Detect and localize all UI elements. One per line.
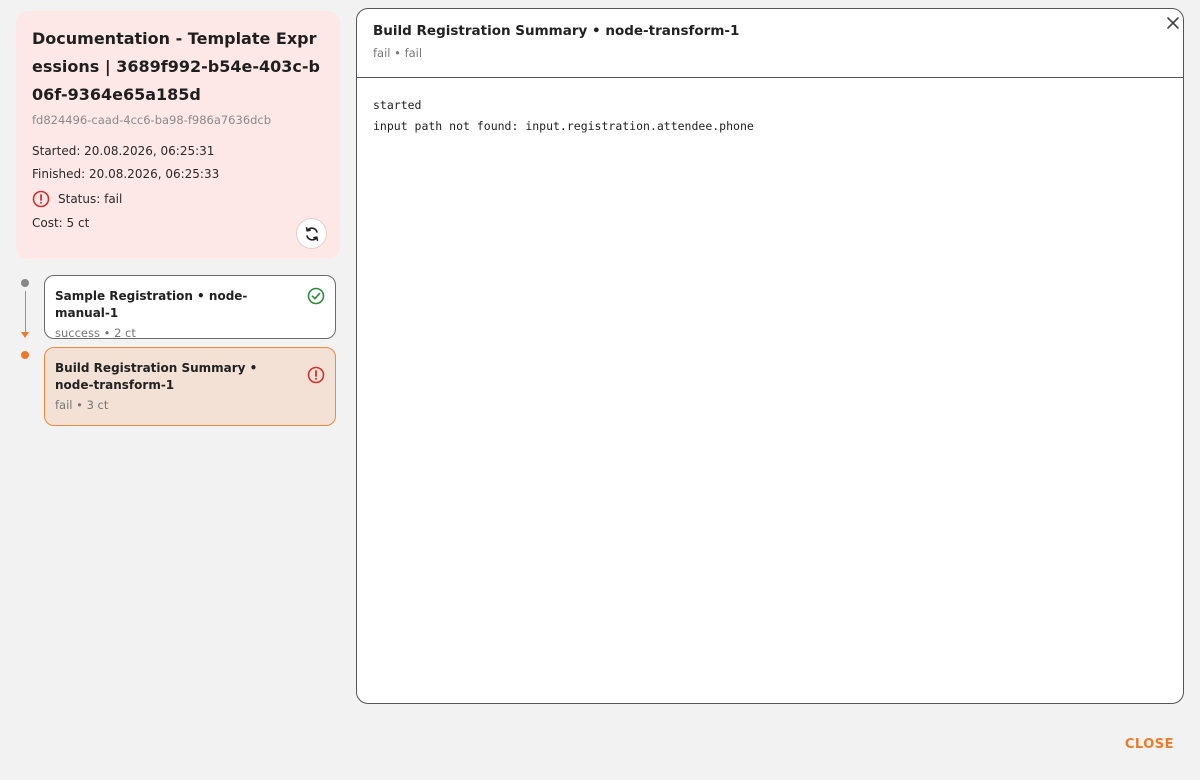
log-output: started input path not found: input.regi… — [357, 78, 1183, 154]
rerun-button[interactable] — [296, 218, 327, 249]
run-title: Documentation - Template Expressions | 3… — [32, 29, 320, 104]
check-circle-icon — [307, 287, 325, 305]
run-id: fd824496-caad-4cc6-ba98-f986a7636dcb — [32, 113, 272, 127]
log-line: started — [373, 98, 422, 112]
node-subtitle: fail • 3 ct — [55, 398, 109, 412]
run-started: Started: 20.08.2026, 06:25:31 — [32, 144, 215, 158]
node-subtitle: success • 2 ct — [55, 326, 136, 340]
log-title: Build Registration Summary • node-transf… — [373, 23, 740, 39]
close-button[interactable]: CLOSE — [1125, 737, 1174, 752]
log-header: Build Registration Summary • node-transf… — [357, 9, 1183, 78]
run-status-label: Status: fail — [58, 192, 123, 206]
node-title: Sample Registration • node-manual-1 — [55, 289, 248, 320]
node-card-sample-registration[interactable]: Sample Registration • node-manual-1 succ… — [44, 275, 336, 340]
log-line: input path not found: input.registration… — [373, 119, 754, 133]
node-title: Build Registration Summary • node-transf… — [55, 361, 258, 392]
timeline-arrow — [21, 332, 29, 338]
error-icon — [307, 366, 325, 384]
run-cost: Cost: 5 ct — [32, 216, 90, 230]
refresh-icon — [305, 226, 318, 241]
timeline-dot-active — [21, 351, 29, 359]
timeline-connector — [24, 291, 26, 333]
close-icon[interactable] — [1165, 15, 1181, 31]
node-log-panel: Build Registration Summary • node-transf… — [356, 8, 1184, 704]
run-meta: Started: 20.08.2026, 06:25:31 Finished: … — [32, 140, 324, 235]
node-card-build-registration-summary[interactable]: Build Registration Summary • node-transf… — [44, 347, 336, 426]
run-summary-card: Documentation - Template Expressions | 3… — [16, 11, 340, 259]
run-finished: Finished: 20.08.2026, 06:25:33 — [32, 167, 220, 181]
log-subtitle: fail • fail — [373, 46, 423, 60]
run-status: Status: fail — [32, 186, 324, 212]
timeline-dot — [21, 279, 29, 287]
error-icon — [32, 190, 50, 208]
